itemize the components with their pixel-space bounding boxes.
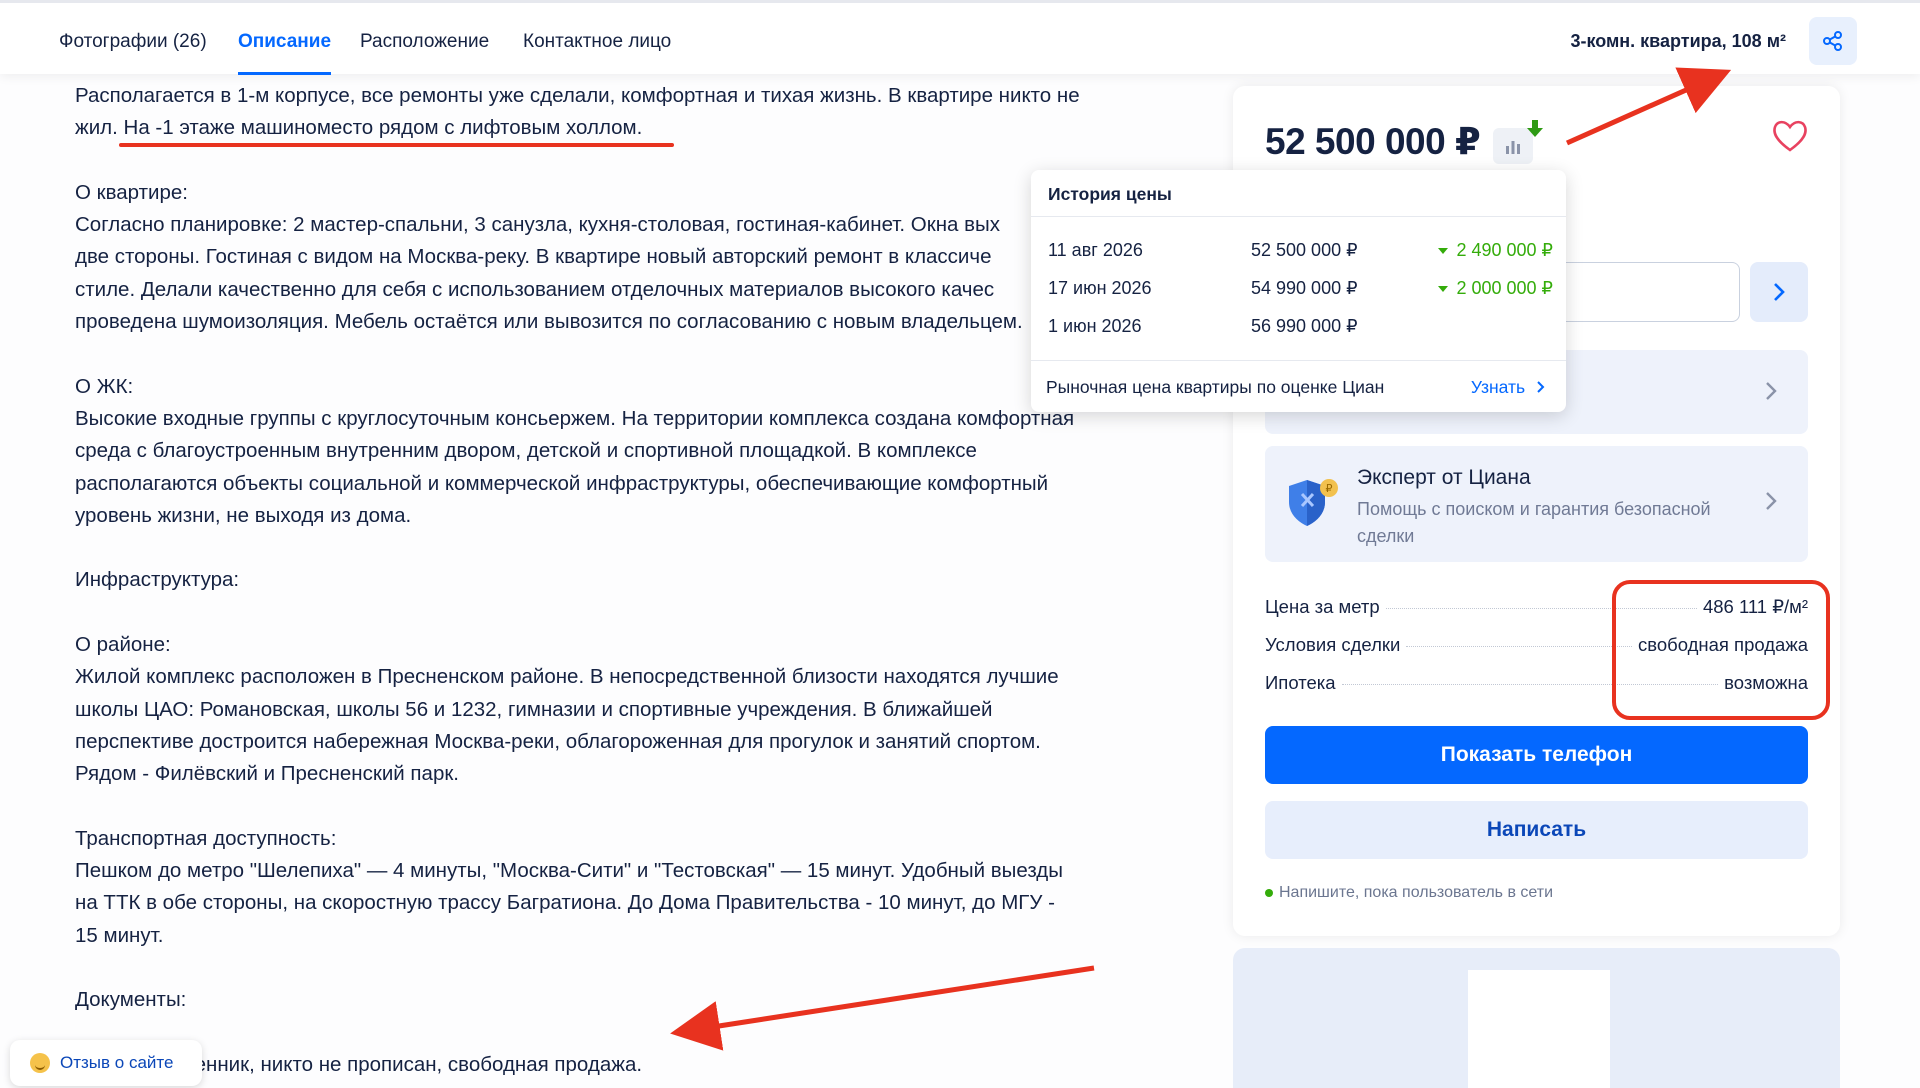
- chevron-right-icon: [1774, 283, 1785, 301]
- annotation-underline: [119, 143, 674, 147]
- description-line: Рядом - Филёвский и Пресненский парк.: [75, 762, 460, 786]
- description-line: О квартире:: [75, 180, 188, 204]
- price-down-icon: [1527, 120, 1543, 137]
- description-line: перспективе достроится набережная Москва…: [75, 729, 1041, 753]
- share-icon: [1823, 31, 1842, 51]
- description-line: Один собственник, никто не прописан, сво…: [75, 1052, 643, 1076]
- tab-description[interactable]: Описание: [238, 31, 332, 75]
- description-line: Транспортная доступность:: [75, 826, 337, 850]
- chevron-right-icon: [1766, 382, 1777, 400]
- show-phone-button[interactable]: Показать телефон: [1265, 726, 1808, 784]
- divider: [1031, 216, 1566, 217]
- description-line: Инфраструктура:: [75, 568, 240, 592]
- history-price: 54 990 000 ₽: [1251, 278, 1358, 298]
- market-price-text: Рыночная цена квартиры по оценке Циан: [1046, 377, 1385, 397]
- description-line: уровень жизни, не выходя из дома.: [75, 503, 412, 527]
- online-note-text: Напишите, пока пользователь в сети: [1279, 884, 1554, 901]
- price-history-row: 17 июн 2026 54 990 000 ₽ 2 000 000 ₽: [1048, 278, 1553, 302]
- card-image-placeholder: [1468, 970, 1610, 1088]
- online-status-dot: [1265, 888, 1273, 897]
- chevron-right-icon: [1537, 381, 1545, 393]
- description-line: О ЖК:: [75, 374, 134, 398]
- history-date: 17 июн 2026: [1048, 278, 1152, 298]
- secondary-card: [1233, 948, 1840, 1088]
- online-note: Напишите, пока пользователь в сети: [1265, 884, 1553, 902]
- description-line: Документы:: [75, 988, 187, 1012]
- favorite-heart-icon[interactable]: [1772, 120, 1808, 152]
- price: 52 500 000 ₽: [1265, 121, 1481, 162]
- divider: [1031, 360, 1566, 361]
- description-line: среда с благоустроенным внутренним дворо…: [75, 439, 977, 463]
- expert-subtitle: Помощь с поиском и гарантия безопасной с…: [1357, 499, 1711, 546]
- chevron-right-icon: [1766, 492, 1777, 510]
- partially-hidden-input[interactable]: [1540, 262, 1740, 322]
- dot-leader: [1406, 646, 1632, 647]
- tab-location[interactable]: Расположение: [360, 31, 489, 53]
- tab-photos[interactable]: Фотографии (26): [59, 31, 207, 53]
- history-change: 2 000 000 ₽: [1438, 278, 1553, 299]
- description-line: жил. На -1 этаже машиноместо рядом с лиф…: [75, 116, 643, 140]
- expert-shield-icon: ₽: [1289, 479, 1338, 526]
- expert-panel[interactable]: ₽ Эксперт от Циана Помощь с поиском и га…: [1265, 446, 1808, 562]
- description-line: проведена шумоизоляция. Мебель остаётся …: [75, 310, 1023, 334]
- site-feedback-button[interactable]: Отзыв о сайте: [10, 1040, 202, 1086]
- expert-title: Эксперт от Циана: [1357, 466, 1531, 489]
- description-line: располагаются объекты социальной и комме…: [75, 471, 1049, 495]
- learn-more-link[interactable]: Узнать: [1471, 377, 1546, 398]
- description-line: Высокие входные группы с круглосуточным …: [75, 406, 1075, 430]
- price-history-title: История цены: [1048, 184, 1172, 204]
- learn-more-label: Узнать: [1470, 377, 1526, 397]
- fact-label: Цена за метр: [1265, 596, 1380, 617]
- description-line: на ТТК в обе стороны, на скоростную трас…: [75, 891, 1055, 915]
- description-line: Жилой комплекс расположен в Пресненском …: [75, 665, 1059, 689]
- history-price: 56 990 000 ₽: [1251, 316, 1358, 336]
- description-line: Располагается в 1-м корпусе, все ремонты…: [75, 84, 1080, 107]
- description-line: О районе:: [75, 633, 171, 657]
- price-history-row: 1 июн 2026 56 990 000 ₽: [1048, 316, 1553, 340]
- tab-contact[interactable]: Контактное лицо: [523, 31, 671, 53]
- description-line: стиле. Делали качественно для себя с исп…: [75, 277, 995, 301]
- annotation-highlight-box: [1612, 580, 1830, 720]
- smile-emoji-icon: [30, 1053, 50, 1073]
- next-arrow-button[interactable]: [1750, 262, 1808, 322]
- fact-label: Условия сделки: [1265, 634, 1401, 655]
- price-history-popup: История цены 11 авг 2026 52 500 000 ₽ 2 …: [1031, 170, 1566, 412]
- bar-chart-icon: [1506, 141, 1520, 154]
- description-line: две стороны. Гостиная с видом на Москва-…: [75, 245, 992, 269]
- description-line: Пешком до метро "Шелепиха" — 4 минуты, "…: [75, 859, 1063, 883]
- history-date: 1 июн 2026: [1048, 316, 1142, 336]
- write-message-button[interactable]: Написать: [1265, 801, 1808, 859]
- price-history-row: 11 авг 2026 52 500 000 ₽ 2 490 000 ₽: [1048, 240, 1553, 264]
- feedback-label: Отзыв о сайте: [60, 1053, 174, 1072]
- flat-title: 3-комн. квартира, 108 м²: [1570, 31, 1786, 51]
- description-line: 15 минут.: [75, 923, 164, 947]
- top-navigation: Фотографии (26) Описание Расположение Ко…: [0, 0, 1920, 75]
- description-line: школы ЦАО: Романовская, школы 56 и 1232,…: [75, 697, 993, 721]
- history-change: 2 490 000 ₽: [1438, 240, 1553, 261]
- history-price: 52 500 000 ₽: [1251, 240, 1358, 260]
- fact-label: Ипотека: [1265, 672, 1336, 693]
- history-date: 11 авг 2026: [1048, 240, 1143, 260]
- description-text: Располагается в 1-м корпусе, все ремонты…: [75, 80, 1135, 1081]
- svg-text:₽: ₽: [1326, 482, 1333, 495]
- share-button[interactable]: [1809, 17, 1857, 65]
- description-line: Согласно планировке: 2 мастер-спальни, 3…: [75, 213, 1001, 237]
